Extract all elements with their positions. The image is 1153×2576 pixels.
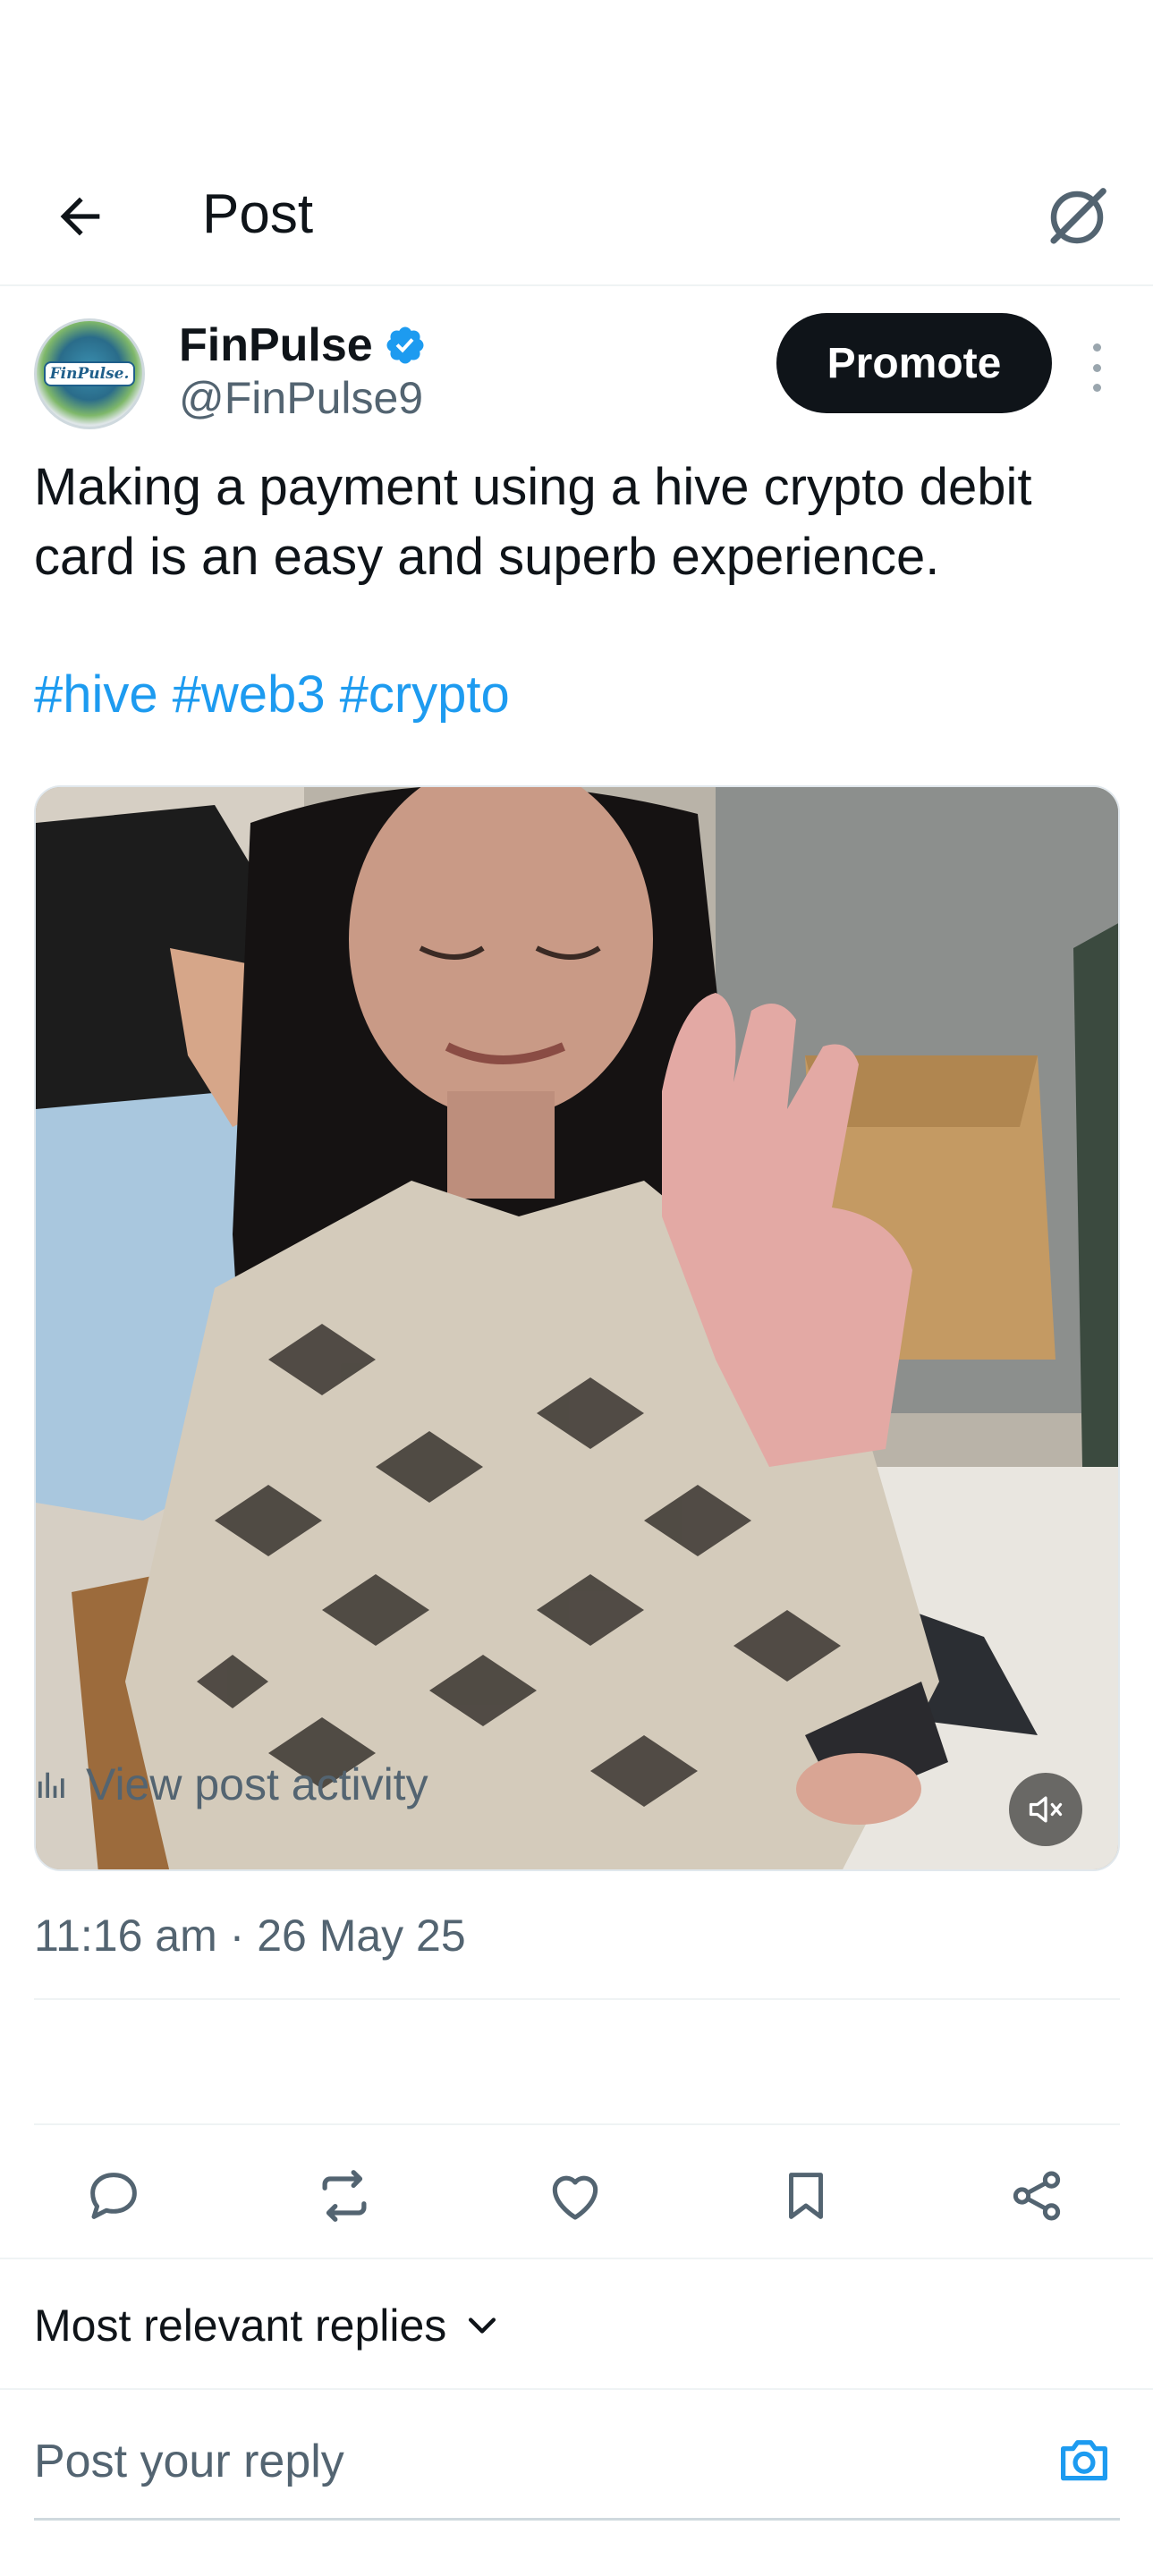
avatar-logo-text: FinPulse. <box>43 361 136 386</box>
verified-badge-icon <box>386 326 424 364</box>
like-button[interactable] <box>535 2156 615 2236</box>
more-dot-icon <box>1092 343 1101 352</box>
avatar[interactable]: FinPulse. <box>34 318 145 429</box>
hashtag-link[interactable]: #web3 <box>173 665 326 724</box>
post-video[interactable] <box>34 785 1120 1871</box>
bookmark-icon <box>789 2173 823 2219</box>
divider <box>0 2388 1153 2390</box>
page-title: Post <box>202 183 314 245</box>
analytics-bar-icon <box>38 1772 64 1798</box>
author-handle[interactable]: @FinPulse9 <box>179 370 423 426</box>
author-name-row[interactable]: FinPulse <box>179 317 427 374</box>
back-button[interactable] <box>45 181 116 252</box>
reply-input[interactable] <box>34 2426 928 2497</box>
view-post-activity-link[interactable]: View post activity <box>34 1744 428 1825</box>
more-dot-icon <box>1092 384 1101 392</box>
activity-label: View post activity <box>86 1759 428 1809</box>
hashtags: #hive #web3 #crypto <box>34 660 524 730</box>
camera-icon <box>1061 2440 1107 2481</box>
grok-button[interactable] <box>1037 177 1117 258</box>
chevron-down-icon <box>469 2318 496 2334</box>
volume-muted-icon <box>1029 1796 1063 1823</box>
status-bar-area <box>0 0 1153 161</box>
more-options-button[interactable] <box>1079 336 1115 399</box>
promote-button[interactable]: Promote <box>776 313 1052 413</box>
video-frame-illustration <box>36 787 1118 1869</box>
camera-button[interactable] <box>1048 2424 1120 2496</box>
arrow-left-icon <box>60 197 100 236</box>
divider <box>34 2123 1120 2125</box>
bookmark-button[interactable] <box>766 2156 846 2236</box>
post-text: Making a payment using a hive crypto deb… <box>34 458 1032 586</box>
divider <box>0 2258 1153 2259</box>
repost-icon <box>322 2170 367 2222</box>
reply-button[interactable] <box>73 2156 154 2236</box>
hashtag-link[interactable]: #hive <box>34 665 158 724</box>
repost-button[interactable] <box>304 2156 385 2236</box>
replies-sort-label: Most relevant replies <box>34 2301 447 2351</box>
post-action-bar <box>0 2147 1153 2245</box>
reply-composer <box>34 2406 1120 2521</box>
share-icon <box>1013 2171 1061 2221</box>
grok-icon <box>1050 188 1106 244</box>
reply-icon <box>90 2173 137 2219</box>
replies-sort-dropdown[interactable]: Most relevant replies <box>34 2272 502 2379</box>
mute-toggle-button[interactable] <box>1009 1773 1082 1846</box>
divider <box>34 1998 1120 2000</box>
more-dot-icon <box>1092 363 1101 372</box>
share-button[interactable] <box>996 2156 1077 2236</box>
post-timestamp: 11:16 am · 26 May 25 <box>34 1911 466 1961</box>
author-name: FinPulse <box>179 319 373 371</box>
hashtag-link[interactable]: #crypto <box>340 665 510 724</box>
like-icon <box>552 2175 598 2220</box>
top-app-bar: Post <box>0 161 1153 286</box>
